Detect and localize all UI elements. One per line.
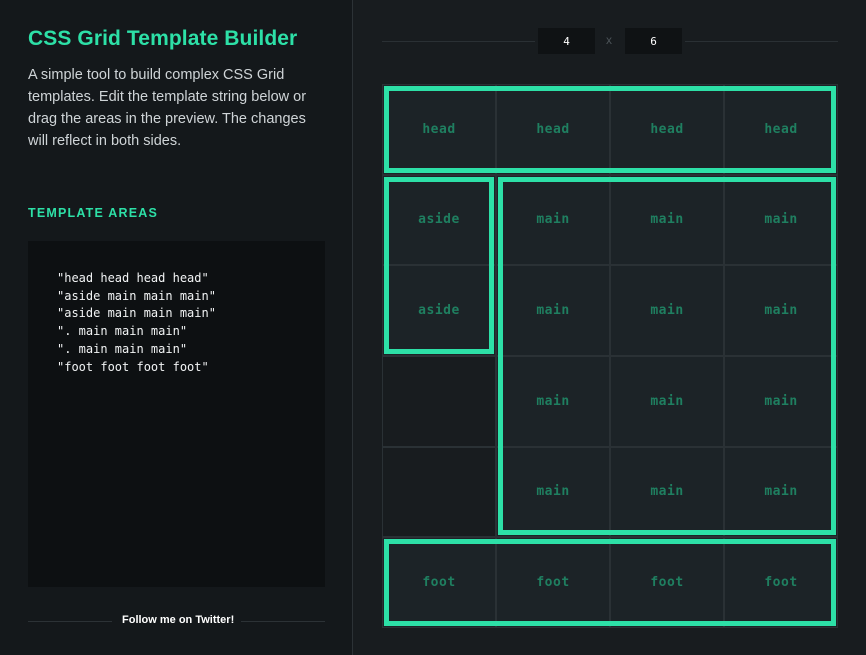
template-line: "aside main main main" bbox=[57, 306, 216, 321]
area-outline-foot[interactable] bbox=[384, 539, 836, 626]
area-outline-head[interactable] bbox=[384, 86, 836, 173]
size-divider-left bbox=[382, 41, 535, 42]
template-areas-editor[interactable]: "head head head head" "aside main main ma… bbox=[28, 241, 325, 587]
rows-input[interactable] bbox=[625, 28, 682, 54]
columns-input[interactable] bbox=[538, 28, 595, 54]
template-areas-heading: TEMPLATE AREAS bbox=[28, 206, 158, 220]
sidebar: CSS Grid Template Builder A simple tool … bbox=[0, 0, 353, 655]
template-line: "head head head head" bbox=[57, 271, 209, 285]
template-line: "aside main main main" bbox=[57, 288, 216, 303]
grid-cell[interactable] bbox=[382, 356, 496, 447]
footer-divider-right bbox=[241, 621, 325, 622]
area-outline-main[interactable] bbox=[498, 176, 836, 536]
template-line: ". main main main" bbox=[57, 341, 188, 356]
app-title: CSS Grid Template Builder bbox=[28, 27, 298, 50]
twitter-link[interactable]: Follow me on Twitter! bbox=[122, 614, 234, 626]
template-line: "foot foot foot foot" bbox=[57, 359, 209, 374]
area-outline-aside[interactable] bbox=[384, 176, 494, 354]
grid-preview: head head head head aside main main main aside ma… bbox=[382, 84, 838, 628]
template-line: ". main main main" bbox=[57, 324, 188, 339]
size-divider-right bbox=[685, 41, 838, 42]
footer-divider-left bbox=[28, 621, 112, 622]
grid-cell[interactable] bbox=[382, 446, 496, 538]
times-separator: x bbox=[606, 33, 612, 47]
app-description: A simple tool to build complex CSS Grid … bbox=[28, 67, 307, 149]
